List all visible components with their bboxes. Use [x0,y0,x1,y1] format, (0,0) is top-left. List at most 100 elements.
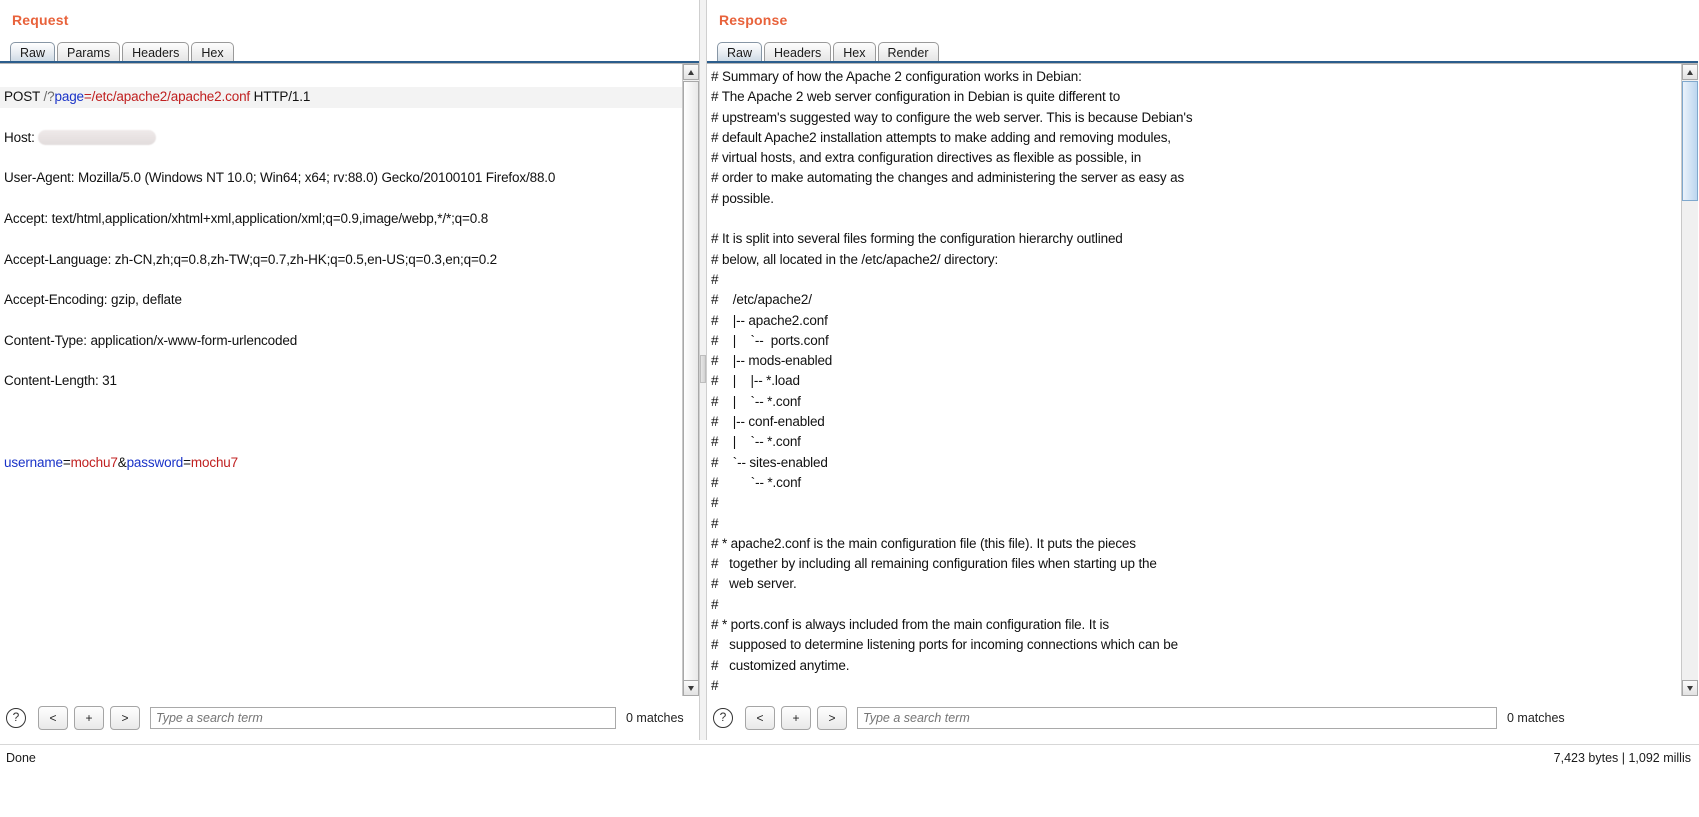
response-line: # `-- sites-enabled [711,454,828,470]
pane-divider-grip[interactable] [700,355,706,383]
request-raw-text: POST /?page=/etc/apache2/apache2.conf HT… [0,67,682,514]
response-line: # customized anytime. [711,657,850,673]
response-line: # | |-- *.load [711,373,800,389]
tab-response-hex[interactable]: Hex [833,42,876,63]
tab-request-raw[interactable]: Raw [10,42,56,63]
response-line: # The Apache 2 web server configuration … [711,89,1121,105]
response-line: # together by including all remaining co… [711,556,1157,572]
response-stats: 7,423 bytes | 1,092 millis [1553,751,1691,765]
response-scroll-thumb[interactable] [1682,81,1698,201]
header-user-agent: User-Agent: Mozilla/5.0 (Windows NT 10.0… [4,170,556,186]
response-search-prev-button[interactable]: < [745,706,775,730]
response-line: # [711,515,719,531]
response-line: # It is split into several files forming… [711,231,1123,247]
response-search-add-button[interactable]: + [781,706,811,730]
body-param-username-name: username [4,454,63,470]
request-scroll-down-button[interactable] [683,680,699,696]
request-line: POST /?page=/etc/apache2/apache2.conf HT… [0,87,682,108]
caret-up-icon [688,70,694,75]
response-line: # default Apache2 installation attempts … [711,129,1171,145]
response-line: # upstream's suggested way to configure … [711,109,1193,125]
response-search-input[interactable] [857,707,1497,729]
redacted-host-value [38,129,157,145]
header-content-length: Content-Length: 31 [4,373,117,389]
body-param-password-value: mochu7 [190,454,239,470]
response-line: # [711,677,719,693]
help-icon[interactable]: ? [713,708,733,728]
request-path-prefix: /? [43,89,55,105]
body-param-password-name: password [126,454,184,470]
response-viewer[interactable]: # Summary of how the Apache 2 configurat… [707,63,1698,696]
response-line [711,209,1681,229]
response-line: # | `-- *.conf [711,393,801,409]
response-line: # * apache2.conf is the main configurati… [711,535,1136,551]
response-raw-text: # Summary of how the Apache 2 configurat… [711,67,1681,696]
request-search-bar: ? < + > 0 matches [0,696,699,740]
response-scroll-down-button[interactable] [1682,680,1698,696]
request-param-value: =/etc/apache2/apache2.conf [83,89,251,105]
header-accept: Accept: text/html,application/xhtml+xml,… [4,211,489,227]
response-line: # order to make automating the changes a… [711,170,1185,186]
tab-response-raw[interactable]: Raw [717,42,763,63]
response-line: # | `-- *.conf [711,434,801,450]
response-vertical-scrollbar[interactable] [1681,64,1698,696]
response-search-next-button[interactable]: > [817,706,847,730]
tab-request-headers[interactable]: Headers [122,42,190,63]
request-body-params: username=mochu7&password=mochu7 [4,453,682,473]
status-text: Done [6,751,36,765]
request-vertical-scrollbar[interactable] [682,64,699,696]
request-http-version: HTTP/1.1 [250,89,311,105]
request-scroll-thumb[interactable] [683,81,699,691]
pane-divider[interactable] [699,0,707,740]
header-host: Host: [4,128,682,148]
request-viewer[interactable]: POST /?page=/etc/apache2/apache2.conf HT… [0,63,699,696]
response-line: # Summary of how the Apache 2 configurat… [711,69,1082,84]
status-bar-divider [0,744,1699,745]
response-pane-title: Response [719,12,788,28]
response-line: # supposed to determine listening ports … [711,637,1178,653]
header-host-label: Host: [4,129,39,145]
response-line: # | `-- ports.conf [711,332,829,348]
tab-response-headers[interactable]: Headers [764,42,832,63]
response-line: # * ports.conf is always included from t… [711,617,1109,633]
response-line: # below, all located in the /etc/apache2… [711,251,999,267]
response-line: # /etc/apache2/ [711,292,812,308]
tab-response-render[interactable]: Render [877,42,939,63]
caret-down-icon [1687,686,1693,691]
response-scroll-up-button[interactable] [1682,64,1698,80]
request-tabstrip: Raw Params Headers Hex [10,39,236,63]
request-method: POST [4,89,44,105]
header-accept-language: Accept-Language: zh-CN,zh;q=0.8,zh-TW;q=… [4,251,498,267]
response-search-bar: ? < + > 0 matches [707,696,1698,740]
response-line: # `-- *.conf [711,474,802,490]
request-match-count: 0 matches [626,711,684,725]
body-sep-1: = [62,454,71,470]
body-sep-2: = [183,454,191,470]
tab-request-hex[interactable]: Hex [191,42,234,63]
request-search-input[interactable] [150,707,616,729]
response-line: # |-- apache2.conf [711,312,828,328]
response-match-count: 0 matches [1507,711,1565,725]
response-line: # |-- mods-enabled [711,353,833,369]
body-param-username-value: mochu7 [70,454,118,470]
response-text-area[interactable]: # Summary of how the Apache 2 configurat… [707,64,1681,696]
request-param-name: page [54,89,84,105]
caret-up-icon [1687,70,1693,75]
response-line: # [711,596,719,612]
request-pane-title: Request [12,12,69,28]
request-scroll-up-button[interactable] [683,64,699,80]
header-content-type: Content-Type: application/x-www-form-url… [4,332,298,348]
response-line: # |-- conf-enabled [711,414,825,430]
response-line: # virtual hosts, and extra configuration… [711,150,1142,166]
request-search-prev-button[interactable]: < [38,706,68,730]
tab-request-params[interactable]: Params [57,42,121,63]
status-bar: Done 7,423 bytes | 1,092 millis [0,740,1699,817]
request-search-next-button[interactable]: > [110,706,140,730]
response-line: # [711,271,719,287]
request-search-add-button[interactable]: + [74,706,104,730]
request-pane: Request Raw Params Headers Hex POST /?pa… [0,0,699,740]
response-line: # possible. [711,190,774,206]
request-text-area[interactable]: POST /?page=/etc/apache2/apache2.conf HT… [0,64,682,696]
help-icon[interactable]: ? [6,708,26,728]
response-pane: Response Raw Headers Hex Render # Summar… [707,0,1698,740]
